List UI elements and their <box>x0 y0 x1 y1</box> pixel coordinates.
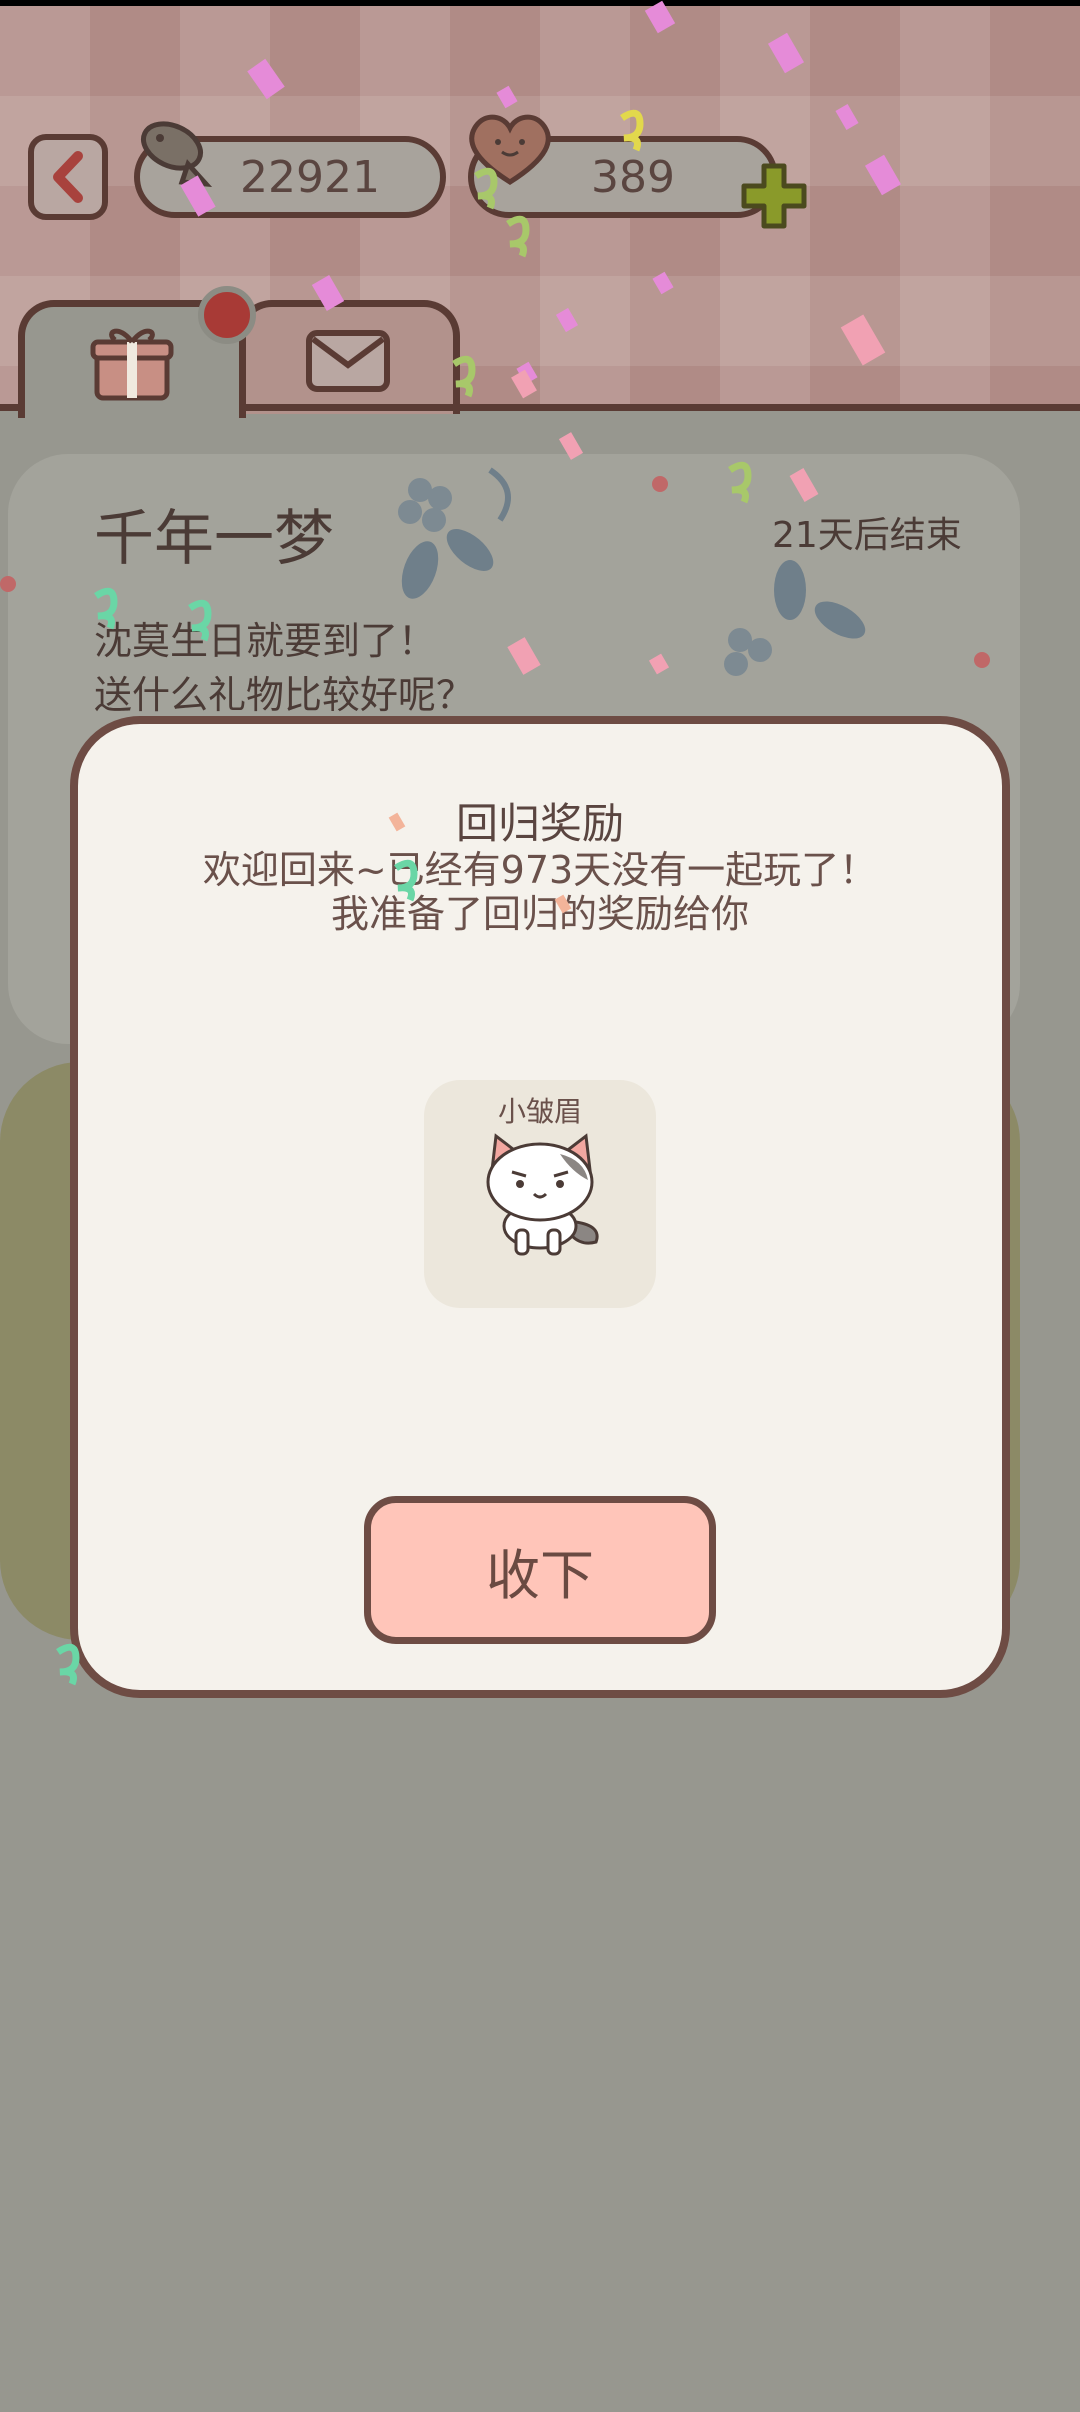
confetti-decoration <box>0 0 990 1686</box>
